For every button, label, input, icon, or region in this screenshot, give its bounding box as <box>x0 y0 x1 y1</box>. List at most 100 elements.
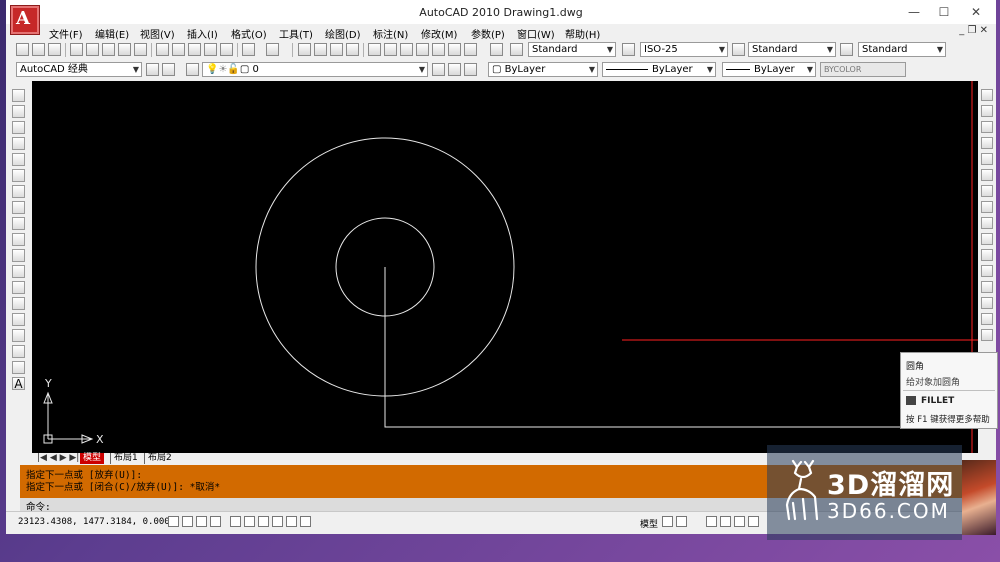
markup-icon[interactable] <box>432 43 445 56</box>
showmotion-icon[interactable] <box>748 516 759 527</box>
polygon-icon[interactable] <box>12 137 25 150</box>
layer-manager-icon[interactable] <box>162 63 175 76</box>
dim-style-select[interactable]: ISO-25 ▼ <box>640 42 728 57</box>
paste-icon[interactable] <box>188 43 201 56</box>
close-button[interactable]: ✕ <box>961 2 991 22</box>
layer-select[interactable]: 💡☀🔓▢ 0 ▼ <box>202 62 428 77</box>
construction-line-icon[interactable] <box>12 105 25 118</box>
layer-states-icon[interactable] <box>464 63 477 76</box>
tool-palettes-icon[interactable] <box>400 43 413 56</box>
dim-style-icon[interactable] <box>622 43 635 56</box>
quickcalc-icon[interactable] <box>448 43 461 56</box>
new-icon[interactable] <box>16 43 29 56</box>
menu-dimension[interactable]: 标注(N) <box>373 26 408 41</box>
menu-draw[interactable]: 绘图(D) <box>325 26 361 41</box>
table-style-icon[interactable] <box>732 43 745 56</box>
break-icon[interactable] <box>981 281 993 293</box>
menu-window[interactable]: 窗口(W) <box>517 26 555 41</box>
extend-icon[interactable] <box>981 249 993 261</box>
make-block-icon[interactable] <box>12 281 25 294</box>
quick-view-drawings-icon[interactable] <box>676 516 687 527</box>
design-center-icon[interactable] <box>384 43 397 56</box>
zoom-realtime-icon[interactable] <box>314 43 327 56</box>
menu-parametric[interactable]: 参数(P) <box>471 26 505 41</box>
model-space-label[interactable]: 模型 <box>640 517 658 530</box>
undo-icon[interactable] <box>242 43 255 56</box>
zoom-previous-icon[interactable] <box>346 43 359 56</box>
scale-icon[interactable] <box>981 201 993 213</box>
stretch-icon[interactable] <box>981 217 993 229</box>
tab-model[interactable]: 模型 <box>80 453 105 464</box>
arc-icon[interactable] <box>12 169 25 182</box>
sheet-set-icon[interactable] <box>416 43 429 56</box>
menu-edit[interactable]: 编辑(E) <box>95 26 129 41</box>
chamfer-icon[interactable] <box>981 313 993 325</box>
tab-navigation-arrows[interactable]: |◀ ◀ ▶ ▶| <box>34 453 82 464</box>
tab-layout2[interactable]: 布局2 <box>144 453 175 464</box>
mirror-icon[interactable] <box>981 121 993 133</box>
snap-mode-icon[interactable] <box>168 516 179 527</box>
menu-view[interactable]: 视图(V) <box>140 26 175 41</box>
pan-status-icon[interactable] <box>706 516 717 527</box>
steering-wheel-icon[interactable] <box>734 516 745 527</box>
document-window-controls[interactable]: _ ❐ ✕ <box>959 25 988 36</box>
publish-icon[interactable] <box>102 43 115 56</box>
plot-preview-icon[interactable] <box>86 43 99 56</box>
object-snap-icon[interactable] <box>230 516 241 527</box>
dynamic-ucs-icon[interactable] <box>258 516 269 527</box>
gradient-icon[interactable] <box>12 329 25 342</box>
drawing-canvas[interactable]: Y X <box>32 81 978 453</box>
block-editor-icon[interactable] <box>220 43 233 56</box>
quick-properties-icon[interactable] <box>300 516 311 527</box>
join-icon[interactable] <box>981 297 993 309</box>
circle-icon[interactable] <box>12 185 25 198</box>
polyline-icon[interactable] <box>12 121 25 134</box>
workspace-select[interactable]: AutoCAD 经典 ▼ <box>16 62 142 77</box>
menu-format[interactable]: 格式(O) <box>231 26 267 41</box>
multileader-style-icon[interactable] <box>840 43 853 56</box>
quick-view-layouts-icon[interactable] <box>662 516 673 527</box>
offset-icon[interactable] <box>981 137 993 149</box>
rotate-icon[interactable] <box>981 185 993 197</box>
tab-layout1[interactable]: 布局1 <box>110 453 141 464</box>
cut-icon[interactable] <box>156 43 169 56</box>
dynamic-input-icon[interactable] <box>272 516 283 527</box>
insert-block-icon[interactable] <box>12 265 25 278</box>
copy-object-icon[interactable] <box>981 105 993 117</box>
table-icon[interactable] <box>12 361 25 374</box>
text-style-select[interactable]: Standard ▼ <box>528 42 616 57</box>
match-properties-icon[interactable] <box>204 43 217 56</box>
layer-properties-icon[interactable] <box>186 63 199 76</box>
ellipse-icon[interactable] <box>12 233 25 246</box>
calculator-icon[interactable] <box>464 43 477 56</box>
redo-icon[interactable] <box>266 43 279 56</box>
point-icon[interactable] <box>12 297 25 310</box>
menu-insert[interactable]: 插入(I) <box>187 26 218 41</box>
pan-icon[interactable] <box>298 43 311 56</box>
application-menu-button[interactable]: A <box>10 5 40 35</box>
3d-dwf-icon[interactable] <box>118 43 131 56</box>
revision-cloud-icon[interactable] <box>12 201 25 214</box>
menu-modify[interactable]: 修改(M) <box>421 26 457 41</box>
line-icon[interactable] <box>12 89 25 102</box>
layer-previous-icon[interactable] <box>448 63 461 76</box>
menu-tools[interactable]: 工具(T) <box>279 26 313 41</box>
polyline-path[interactable] <box>384 267 972 428</box>
help-icon[interactable] <box>490 43 503 56</box>
maximize-button[interactable]: ☐ <box>929 2 959 22</box>
region-icon[interactable] <box>12 345 25 358</box>
menu-file[interactable]: 文件(F) <box>49 26 83 41</box>
workspace-settings-icon[interactable] <box>146 63 159 76</box>
move-icon[interactable] <box>981 169 993 181</box>
zoom-window-icon[interactable] <box>330 43 343 56</box>
erase-icon[interactable] <box>981 89 993 101</box>
publish-3d-icon[interactable] <box>134 43 147 56</box>
lineweight-display-icon[interactable] <box>286 516 297 527</box>
grid-display-icon[interactable] <box>182 516 193 527</box>
multiline-text-icon[interactable]: A <box>12 377 25 390</box>
table-style-select[interactable]: Standard ▼ <box>748 42 836 57</box>
text-style-icon[interactable] <box>510 43 523 56</box>
linetype-select[interactable]: ByLayer ▼ <box>602 62 716 77</box>
trim-icon[interactable] <box>981 233 993 245</box>
hatch-icon[interactable] <box>12 313 25 326</box>
